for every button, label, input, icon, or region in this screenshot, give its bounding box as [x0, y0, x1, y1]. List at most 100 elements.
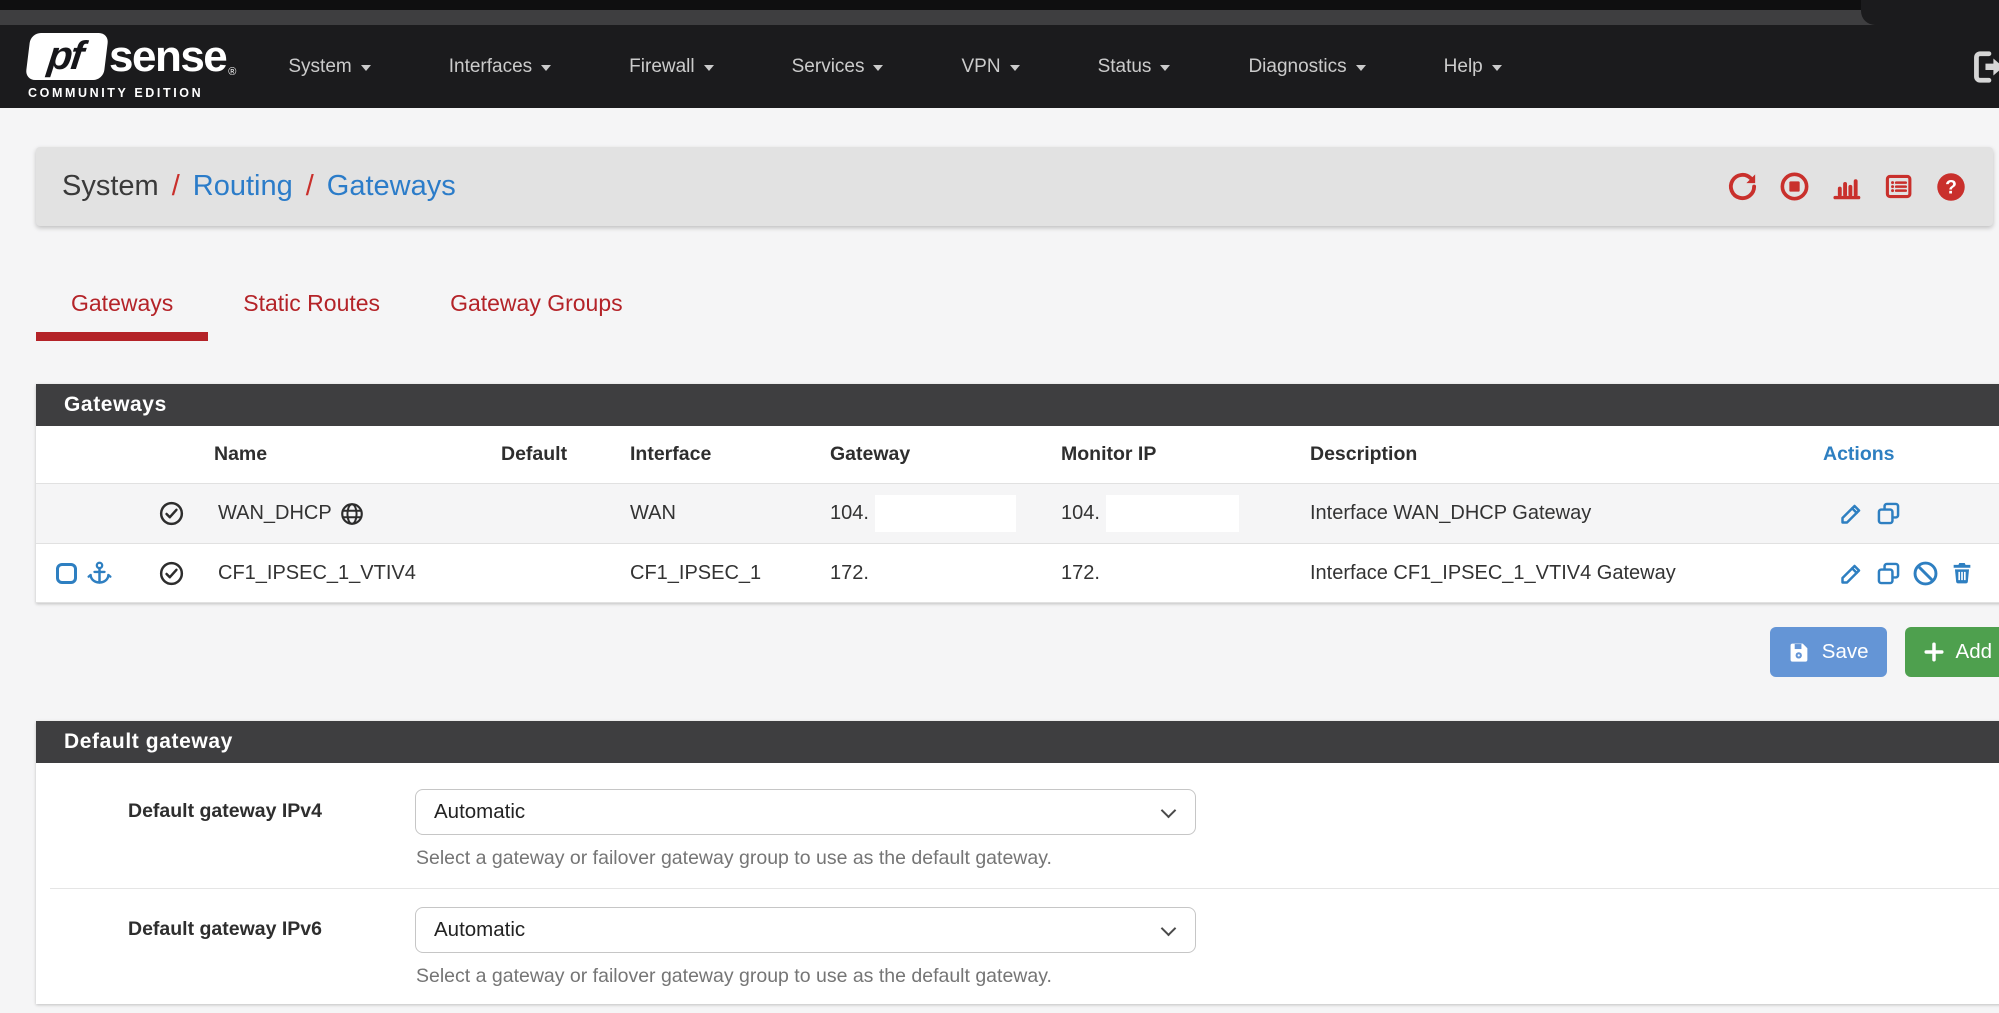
nav-item-help[interactable]: Help	[1444, 56, 1502, 78]
edit-icon[interactable]	[1838, 500, 1865, 527]
checkbox-icon[interactable]	[56, 563, 77, 584]
monitor-ip: 104.	[1061, 502, 1100, 525]
redacted-ip-overlay	[875, 495, 1016, 532]
top-navbar: pf sense ® COMMUNITY EDITION System Inte…	[0, 25, 1999, 108]
tab-static-routes[interactable]: Static Routes	[208, 290, 415, 341]
gateway-ip: 104.	[830, 502, 869, 525]
pfsense-logo[interactable]: pf sense ® COMMUNITY EDITION	[28, 33, 236, 100]
breadcrumb-gateways[interactable]: Gateways	[327, 170, 456, 203]
page-title: System / Routing / Gateways	[62, 170, 456, 203]
column-header-interface: Interface	[613, 443, 807, 466]
interface-cell: CF1_IPSEC_1	[613, 562, 807, 585]
breadcrumb-separator: /	[172, 170, 180, 203]
table-row: CF1_IPSEC_1_VTIV4 CF1_IPSEC_1 172. 172. …	[36, 543, 1999, 603]
help-icon[interactable]: ?	[1935, 171, 1967, 203]
description-cell: Interface CF1_IPSEC_1_VTIV4 Gateway	[1295, 562, 1815, 585]
save-button[interactable]: Save	[1770, 627, 1887, 677]
chevron-down-icon	[704, 65, 714, 71]
breadcrumb-routing[interactable]: Routing	[193, 170, 293, 203]
ipv6-help-text: Select a gateway or failover gateway gro…	[416, 965, 1196, 988]
breadcrumb: System / Routing / Gateways	[36, 147, 1993, 226]
nav-item-firewall[interactable]: Firewall	[629, 56, 713, 78]
stop-circle-icon[interactable]	[1779, 171, 1810, 202]
chevron-down-icon	[1010, 65, 1020, 71]
pfsense-logo-sense: sense	[109, 35, 226, 79]
tab-gateways[interactable]: Gateways	[36, 290, 208, 341]
check-circle-icon	[158, 500, 185, 527]
check-circle-icon	[158, 560, 185, 587]
sign-out-icon[interactable]	[1969, 48, 1999, 86]
interface-cell: WAN	[613, 502, 807, 525]
nav-item-system[interactable]: System	[288, 56, 370, 78]
column-header-monitor-ip: Monitor IP	[1053, 443, 1295, 466]
nav-item-diagnostics[interactable]: Diagnostics	[1248, 56, 1365, 78]
gateways-panel: Gateways Name Default Interface Gateway …	[36, 384, 1999, 603]
globe-icon	[339, 501, 365, 527]
chevron-down-icon	[1160, 65, 1170, 71]
log-icon[interactable]	[1883, 171, 1914, 202]
redacted-ip-overlay	[1106, 495, 1239, 532]
chevron-down-icon	[1161, 803, 1177, 819]
chevron-down-icon	[541, 65, 551, 71]
ban-icon[interactable]	[1912, 560, 1939, 587]
breadcrumb-separator: /	[306, 170, 314, 203]
description-cell: Interface WAN_DHCP Gateway	[1295, 502, 1815, 525]
save-icon	[1788, 641, 1811, 664]
clone-icon[interactable]	[1875, 560, 1902, 587]
default-gateway-ipv6-label: Default gateway IPv6	[36, 907, 376, 988]
pfsense-logo-pf-box: pf	[25, 33, 109, 80]
default-gateway-ipv4-label: Default gateway IPv4	[36, 789, 376, 870]
page-content: System / Routing / Gateways	[0, 108, 1999, 1004]
chevron-down-icon	[1356, 65, 1366, 71]
breadcrumb-system: System	[62, 170, 159, 203]
tab-gateway-groups[interactable]: Gateway Groups	[415, 290, 658, 341]
pfsense-logo-subtitle: COMMUNITY EDITION	[28, 86, 236, 100]
action-buttons-row: Save Add	[36, 627, 1999, 677]
gateway-ip: 172.	[830, 562, 869, 585]
chevron-down-icon	[1161, 921, 1177, 937]
anchor-icon[interactable]	[86, 560, 113, 587]
chevron-down-icon	[873, 65, 883, 71]
default-gateway-ipv4-select[interactable]: Automatic	[415, 789, 1196, 835]
ipv4-help-text: Select a gateway or failover gateway gro…	[416, 847, 1196, 870]
column-header-actions: Actions	[1815, 443, 1999, 466]
gateways-panel-title: Gateways	[36, 384, 1999, 426]
add-button[interactable]: Add	[1905, 627, 1999, 677]
edit-icon[interactable]	[1838, 560, 1865, 587]
pfsense-screen: pf sense ® COMMUNITY EDITION System Inte…	[0, 0, 1999, 1004]
chart-bar-icon[interactable]	[1831, 171, 1862, 202]
select-value: Automatic	[434, 918, 525, 942]
breadcrumb-actions: ?	[1727, 171, 1967, 203]
default-gateway-panel: Default gateway Default gateway IPv4 Aut…	[36, 721, 1999, 1004]
chevron-down-icon	[1492, 65, 1502, 71]
tab-bar: Gateways Static Routes Gateway Groups	[36, 290, 1999, 341]
nav-item-status[interactable]: Status	[1098, 56, 1171, 78]
column-header-default: Default	[501, 443, 613, 466]
nav-item-vpn[interactable]: VPN	[961, 56, 1019, 78]
refresh-icon[interactable]	[1727, 171, 1758, 202]
nav-item-interfaces[interactable]: Interfaces	[449, 56, 551, 78]
column-header-gateway: Gateway	[807, 443, 1053, 466]
default-gateway-panel-title: Default gateway	[36, 721, 1999, 763]
svg-text:?: ?	[1945, 177, 1957, 198]
gateway-name: WAN_DHCP	[218, 502, 332, 525]
table-row: WAN_DHCP WAN 104.	[36, 483, 1999, 543]
clone-icon[interactable]	[1875, 500, 1902, 527]
gateways-table: Name Default Interface Gateway Monitor I…	[36, 426, 1999, 603]
select-value: Automatic	[434, 800, 525, 824]
table-header-row: Name Default Interface Gateway Monitor I…	[36, 426, 1999, 483]
window-chrome-strip	[0, 10, 1999, 25]
plus-icon	[1923, 641, 1945, 663]
form-row-ipv4: Default gateway IPv4 Automatic Select a …	[36, 763, 1999, 870]
window-chrome-corner	[1861, 0, 1999, 25]
column-header-name: Name	[158, 443, 501, 466]
nav-menu: System Interfaces Firewall Services VPN …	[288, 56, 1501, 78]
chevron-down-icon	[361, 65, 371, 71]
default-gateway-ipv6-select[interactable]: Automatic	[415, 907, 1196, 953]
registered-mark: ®	[228, 66, 236, 78]
window-chrome-top	[0, 0, 1999, 10]
form-row-ipv6: Default gateway IPv6 Automatic Select a …	[36, 889, 1999, 988]
trash-icon[interactable]	[1949, 560, 1975, 586]
column-header-description: Description	[1295, 443, 1815, 466]
nav-item-services[interactable]: Services	[792, 56, 884, 78]
